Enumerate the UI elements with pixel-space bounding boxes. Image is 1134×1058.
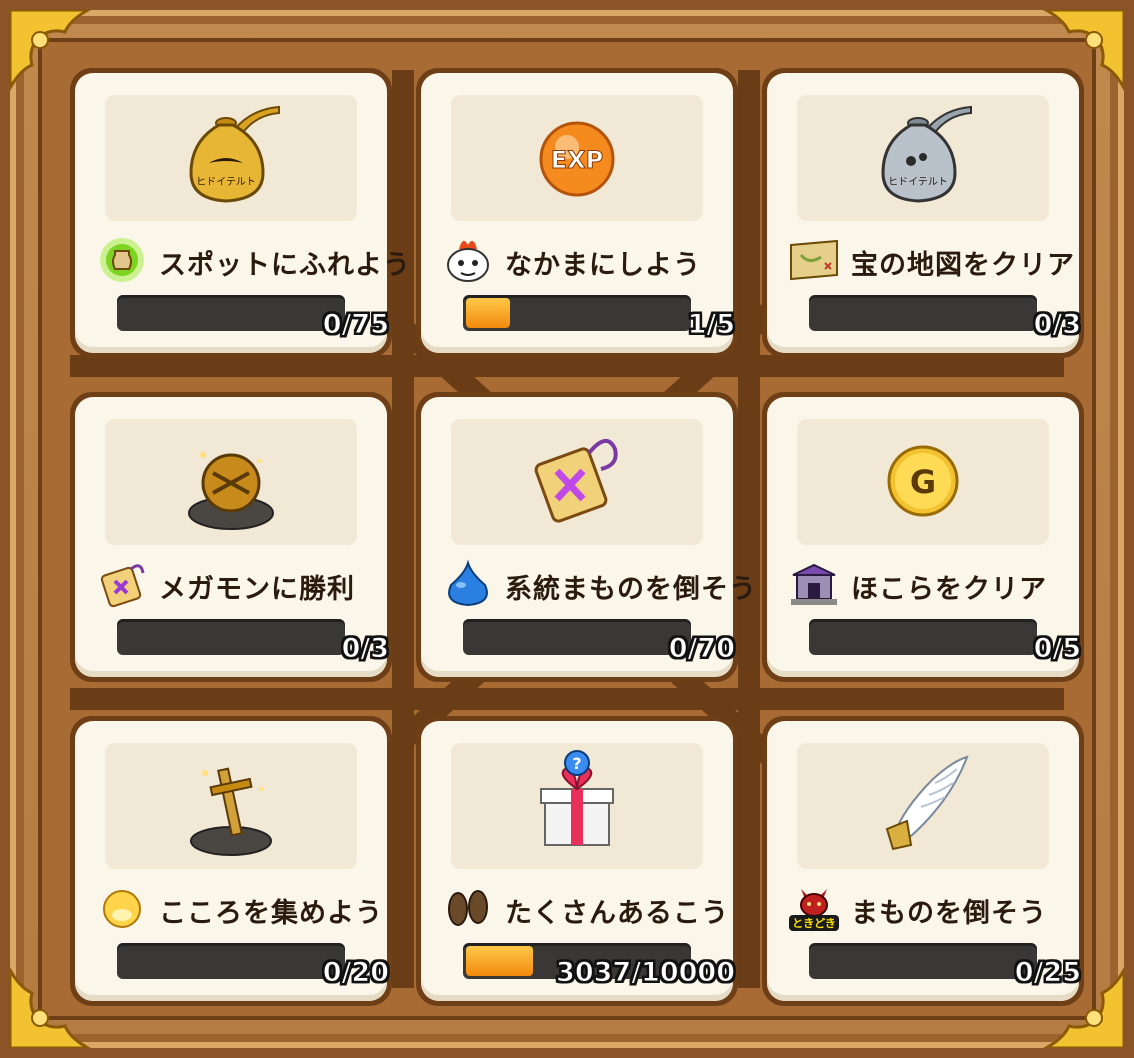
mission-card[interactable]: こころを集めよう 0/20 xyxy=(70,716,392,1006)
wood-beam xyxy=(738,70,760,988)
svg-text:ヒドイテルト: ヒドイテルト xyxy=(888,176,948,188)
mission-card[interactable]: ヒドイテルト 宝の地図をクリア 0/3 xyxy=(762,68,1084,358)
mystery-gift-icon: ? xyxy=(540,750,614,846)
wood-beam xyxy=(70,355,1064,377)
purple-talisman-icon xyxy=(534,439,618,523)
angel-wing-icon xyxy=(885,755,969,851)
gold-pot-icon: ヒドイテルト xyxy=(189,105,280,203)
yellow-heart-orb-icon xyxy=(103,890,141,928)
svg-text:G: G xyxy=(910,463,936,501)
mission-card[interactable]: メガモンに勝利 0/3 xyxy=(70,392,392,682)
green-jar-icon xyxy=(100,238,144,282)
progress-count: 0/70 xyxy=(668,633,735,665)
silver-pot-icon: ヒドイテルト xyxy=(881,105,972,203)
progress-count: 0/75 xyxy=(322,309,389,341)
progress-count: 0/5 xyxy=(1033,633,1081,665)
mission-label: こころを集めよう xyxy=(159,898,383,929)
footprints-icon xyxy=(448,890,488,926)
shrine-icon xyxy=(791,563,837,605)
wood-beam xyxy=(70,688,1064,710)
purple-talisman-icon xyxy=(100,564,145,608)
progress-count: 1/5 xyxy=(687,309,735,341)
tokidoki-demon-icon: ときどき xyxy=(789,889,839,931)
svg-text:EXP: EXP xyxy=(551,146,604,174)
mission-label: まものを倒そう xyxy=(851,898,1047,929)
treasure-map-icon xyxy=(790,239,838,281)
mission-label: スポットにふれよう xyxy=(159,250,411,281)
progress-count: 3037/10000 xyxy=(556,957,736,989)
mission-label: メガモンに勝利 xyxy=(159,574,355,605)
progress-count: 0/3 xyxy=(341,633,389,665)
exp-orb-icon: EXP xyxy=(539,121,615,197)
monster-face-icon xyxy=(447,240,489,282)
progress-count: 0/20 xyxy=(322,957,389,989)
mission-label: なかまにしよう xyxy=(505,250,701,281)
mission-card[interactable]: G ほこらをクリア 0/5 xyxy=(762,392,1084,682)
mission-label: たくさんあるこう xyxy=(505,898,729,929)
mission-card[interactable]: ? たくさんあるこう 3037/10000 xyxy=(416,716,738,1006)
svg-text:ときどき: ときどき xyxy=(792,917,836,930)
wood-beam xyxy=(392,70,414,988)
blue-slime-icon xyxy=(448,559,488,607)
mission-label: 系統まものを倒そう xyxy=(505,574,757,605)
mission-card[interactable]: ときどき まものを倒そう 0/25 xyxy=(762,716,1084,1006)
mission-card[interactable]: 系統まものを倒そう 0/70 xyxy=(416,392,756,682)
gold-orb-on-rock-icon xyxy=(188,452,274,530)
mission-card[interactable]: EXP なかまにしよう 1/5 xyxy=(416,68,738,358)
svg-text:ヒドイテルト: ヒドイテルト xyxy=(196,176,256,188)
gold-coin-icon: G xyxy=(887,445,959,517)
svg-text:?: ? xyxy=(572,754,581,773)
mission-label: ほこらをクリア xyxy=(851,574,1047,605)
sword-in-rock-icon xyxy=(190,767,272,856)
mission-board: ヒドイテルト スポットにふれよう 0/75 EXP なかまにしよう 1/5 ヒド… xyxy=(0,0,1134,1058)
mission-label: 宝の地図をクリア xyxy=(851,250,1075,281)
progress-count: 0/25 xyxy=(1014,957,1081,989)
progress-count: 0/3 xyxy=(1033,309,1081,341)
mission-card[interactable]: ヒドイテルト スポットにふれよう 0/75 xyxy=(70,68,410,358)
